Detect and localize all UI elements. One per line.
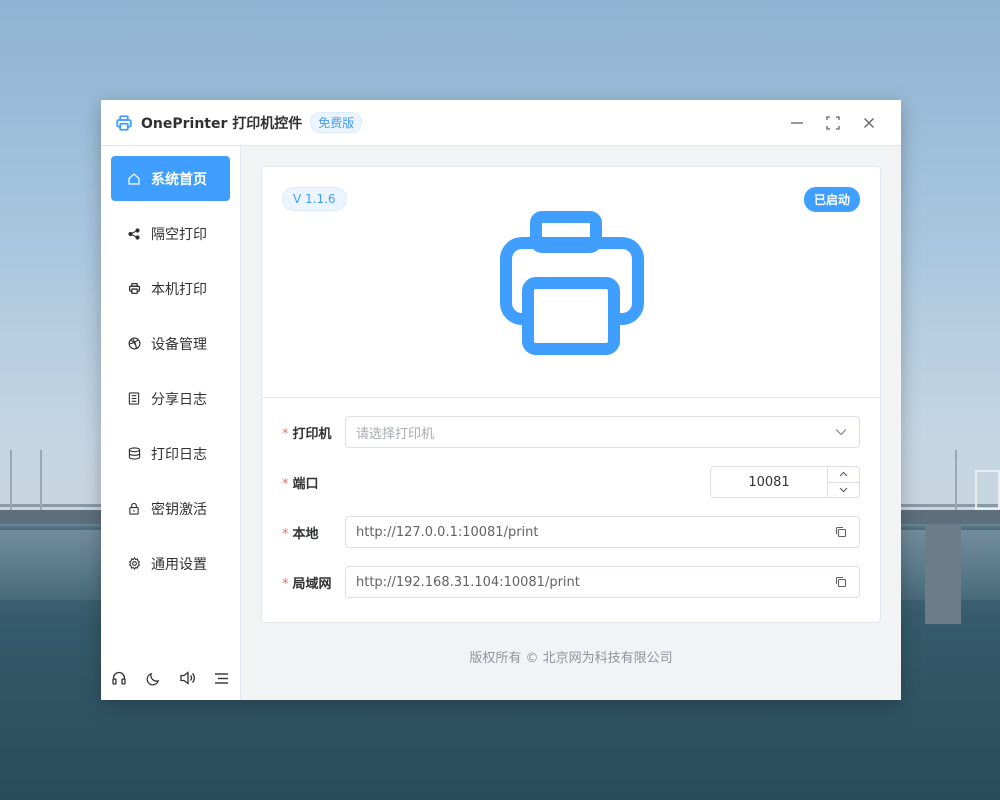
lan-url-value: http://192.168.31.104:10081/print [356, 574, 580, 590]
title-bar[interactable]: OnePrinter 打印机控件 免费版 [101, 100, 901, 146]
printer-select[interactable]: 请选择打印机 [345, 416, 860, 448]
minimize-button[interactable] [779, 108, 815, 138]
decrease-button[interactable] [828, 481, 859, 498]
chevron-down-icon [839, 487, 848, 493]
sidebar-item-label: 本机打印 [151, 281, 207, 298]
sidebar-item-label: 分享日志 [151, 391, 207, 408]
gear-icon [127, 557, 141, 571]
close-icon [864, 117, 874, 128]
sidebar-item-local-print[interactable]: 本机打印 [111, 266, 230, 311]
close-button[interactable] [851, 108, 887, 138]
sidebar-item-label: 打印日志 [151, 446, 207, 463]
lamp-post [10, 450, 12, 510]
maximize-button[interactable] [815, 108, 851, 138]
port-row: * 端口 10081 [282, 466, 860, 498]
volume-icon[interactable] [178, 668, 198, 688]
sidebar-item-label: 密钥激活 [151, 501, 207, 518]
copy-icon[interactable] [833, 574, 849, 590]
sidebar-item-print-log[interactable]: 打印日志 [111, 431, 230, 476]
printer-label: * 打印机 [282, 426, 332, 442]
version-tag: V 1.1.6 [282, 187, 347, 211]
sidebar-item-settings[interactable]: 通用设置 [111, 541, 230, 586]
service-form: * 打印机 请选择打印机 * 端口 10081 * 本地 http://127.… [262, 398, 880, 622]
local-label: * 本地 [282, 526, 319, 542]
port-label: * 端口 [282, 476, 319, 492]
menu-collapse-icon[interactable] [212, 668, 232, 688]
database-icon [127, 447, 141, 461]
local-url-field[interactable]: http://127.0.0.1:10081/print [345, 516, 860, 548]
lan-label: * 局域网 [282, 576, 332, 592]
moon-icon[interactable] [143, 668, 163, 688]
copy-icon[interactable] [833, 524, 849, 540]
sidebar-item-label: 系统首页 [151, 171, 207, 188]
sidebar-item-airprint[interactable]: 隔空打印 [111, 211, 230, 256]
sidebar-item-home[interactable]: 系统首页 [111, 156, 230, 201]
fullscreen-icon [826, 115, 840, 130]
lock-icon [127, 502, 141, 516]
sidebar-item-label: 隔空打印 [151, 226, 207, 243]
sidebar-item-label: 通用设置 [151, 556, 207, 573]
dribbble-icon [127, 337, 141, 351]
increase-button[interactable] [828, 467, 859, 482]
bridge-tower [975, 470, 1000, 510]
document-icon [127, 392, 141, 406]
port-stepper[interactable]: 10081 [710, 466, 860, 498]
sidebar-item-share-log[interactable]: 分享日志 [111, 376, 230, 421]
sidebar: 系统首页 隔空打印 本机打印 设备管理 分享日志 打印日志 密钥激活 通用设置 [101, 146, 241, 700]
printer-select-placeholder: 请选择打印机 [356, 426, 435, 442]
printer-icon [498, 209, 646, 357]
chevron-down-icon [833, 424, 849, 440]
printer-icon [127, 282, 141, 296]
lan-url-row: * 局域网 http://192.168.31.104:10081/print [282, 566, 860, 598]
local-url-row: * 本地 http://127.0.0.1:10081/print [282, 516, 860, 548]
share-icon [127, 227, 141, 241]
sidebar-footer [109, 664, 232, 700]
status-badge: 已启动 [803, 187, 860, 212]
home-icon [127, 172, 141, 186]
app-window: OnePrinter 打印机控件 免费版 系统首页 隔空打印 本机打印 设备管理… [101, 100, 901, 700]
headset-icon[interactable] [109, 668, 129, 688]
chevron-up-icon [839, 471, 848, 477]
app-title: OnePrinter 打印机控件 [141, 115, 303, 132]
edition-badge: 免费版 [310, 112, 363, 133]
lamp-post [955, 450, 957, 510]
lan-url-field[interactable]: http://192.168.31.104:10081/print [345, 566, 860, 598]
printer-row: * 打印机 请选择打印机 [282, 416, 860, 448]
lamp-post [40, 450, 42, 510]
status-card: V 1.1.6 已启动 * 打印机 请选择打印机 * 端口 10081 * 本地… [261, 166, 881, 623]
sidebar-item-key-activation[interactable]: 密钥激活 [111, 486, 230, 531]
minimize-icon [791, 121, 803, 124]
main-content: V 1.1.6 已启动 * 打印机 请选择打印机 * 端口 10081 * 本地… [241, 146, 901, 700]
port-input[interactable]: 10081 [711, 467, 827, 497]
sidebar-item-devices[interactable]: 设备管理 [111, 321, 230, 366]
local-url-value: http://127.0.0.1:10081/print [356, 524, 539, 540]
sidebar-item-label: 设备管理 [151, 336, 207, 353]
printer-icon [115, 114, 133, 132]
copyright-text: 版权所有 © 北京网为科技有限公司 [469, 651, 673, 666]
bridge-pier [925, 524, 961, 624]
